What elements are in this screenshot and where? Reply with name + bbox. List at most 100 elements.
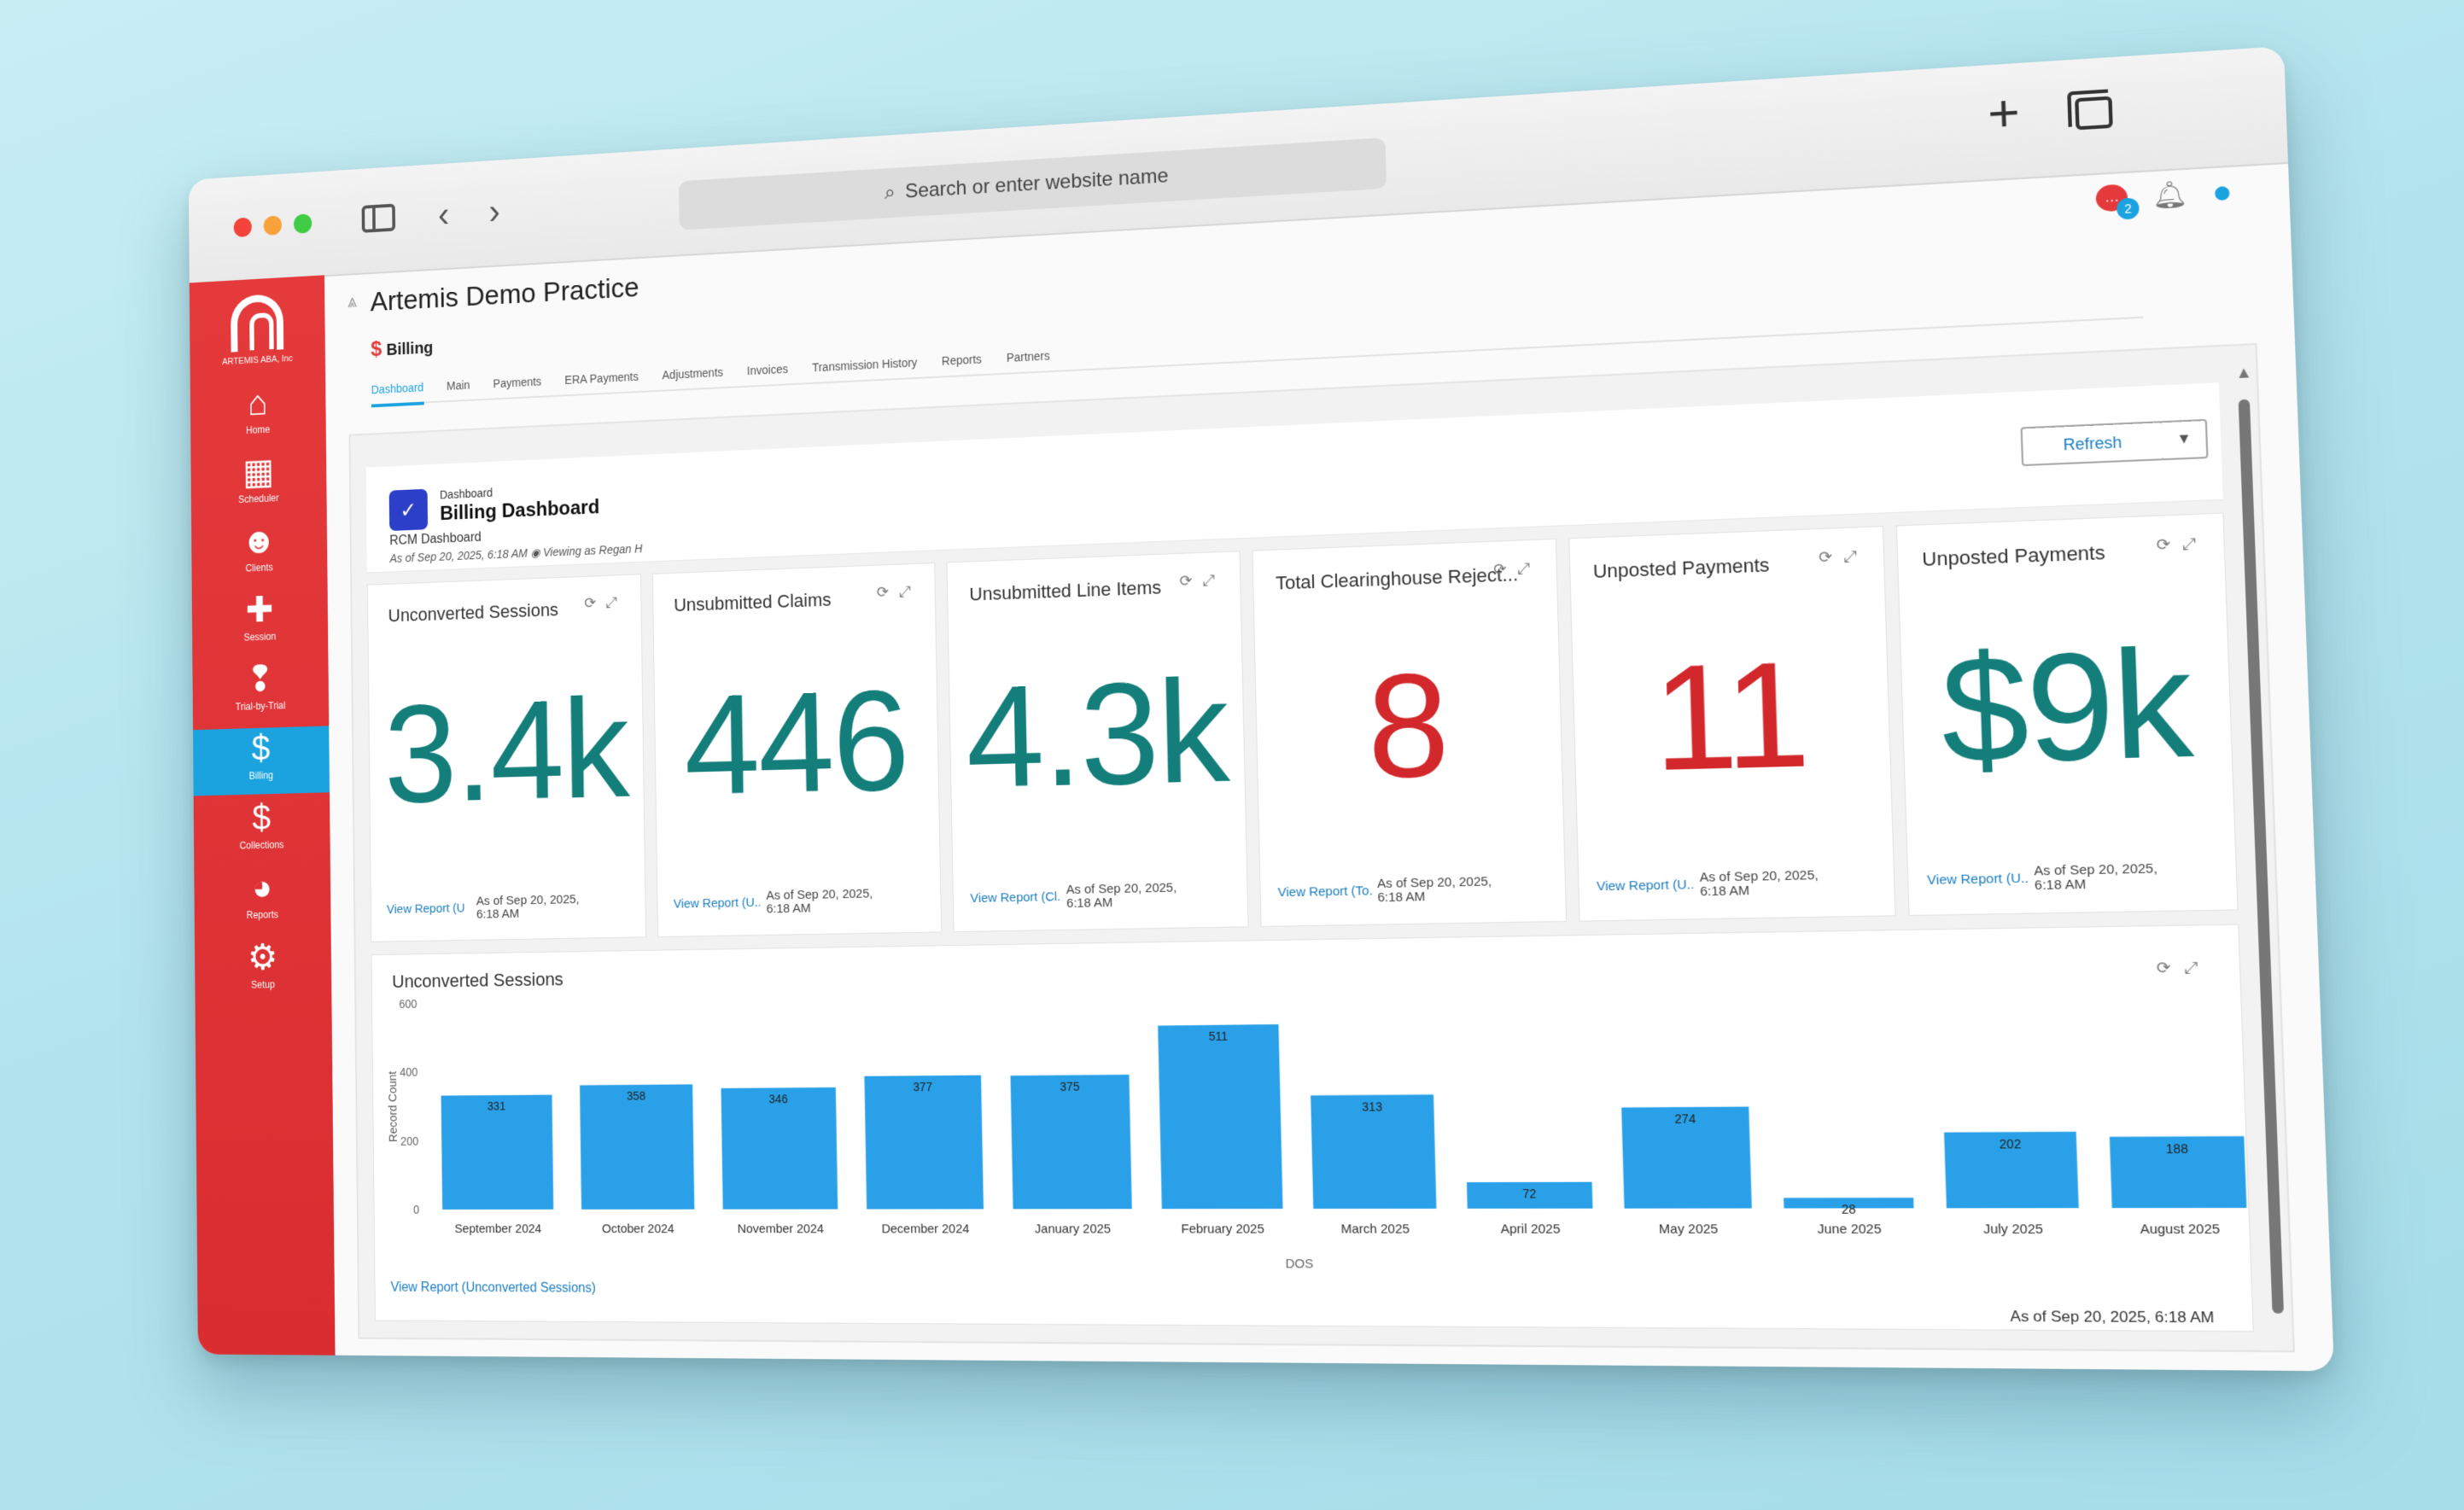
sidebar-item-trial-by-trial[interactable]: ❢ Trial-by-Trial	[192, 656, 329, 727]
refresh-icon[interactable]: ⟳	[1493, 560, 1517, 578]
tab-dashboard[interactable]: Dashboard	[371, 380, 424, 408]
card-tools: ⟳⤢	[1493, 559, 1540, 579]
x-tick-label: June 2025	[1817, 1222, 1882, 1238]
view-report-link[interactable]: View Report (To...	[1277, 883, 1372, 900]
card-as-of: As of Sep 20, 2025, 6:18 AM	[1699, 867, 1819, 900]
dashboard-breadcrumb: Dashboard	[439, 486, 493, 502]
sidebar-item-setup[interactable]: ⚙ Setup	[195, 936, 331, 1005]
bar-value-label: 28	[1842, 1203, 1856, 1216]
x-tick-label: February 2025	[1181, 1222, 1264, 1237]
chevron-down-icon[interactable]: ▼	[2162, 418, 2209, 461]
chat-icon[interactable]: … 2	[2095, 184, 2140, 220]
expand-icon[interactable]: ⤢	[898, 582, 920, 600]
expand-icon[interactable]: ⤢	[1517, 559, 1541, 577]
view-report-link[interactable]: View Report (U...	[1597, 877, 1695, 895]
chart-view-report-link[interactable]: View Report (Unconverted Sessions)	[391, 1280, 596, 1296]
tab-transmission-history[interactable]: Transmission History	[812, 356, 917, 375]
billing-heading: $ Billing	[371, 334, 433, 362]
card-value: 4.3k	[964, 650, 1229, 819]
bar-value-label: 188	[2166, 1141, 2189, 1156]
tab-partners[interactable]: Partners	[1007, 349, 1050, 364]
plus-icon[interactable]: +	[1987, 83, 2021, 143]
billing-title: Billing	[386, 339, 434, 359]
dashboard-title: Billing Dashboard	[440, 496, 600, 525]
card-as-of: As of Sep 20, 2025, 6:18 AM	[766, 886, 873, 917]
address-bar[interactable]: ⌕ Search or enter website name	[678, 137, 1387, 230]
view-report-link[interactable]: View Report (U	[387, 901, 465, 917]
expand-icon[interactable]: ⤢	[605, 593, 627, 610]
chevron-left-icon[interactable]: ‹	[438, 194, 450, 236]
metric-card: Unsubmitted Line Items ⟳⤢ 4.3k View Report …	[946, 551, 1249, 933]
expand-icon[interactable]: ⤢	[1843, 547, 1868, 566]
bar-value-label: 313	[1362, 1099, 1382, 1113]
sidebar-item-label: Setup	[251, 978, 275, 991]
x-tick-label: January 2025	[1035, 1222, 1111, 1237]
bell-icon[interactable]: 🔔︎	[2152, 178, 2188, 212]
bar-value-label: 331	[488, 1099, 506, 1112]
artemis-logo-icon	[231, 293, 284, 353]
app-sidebar: ARTEMIS ABA, Inc ⌂ Home ▦ Scheduler ☻ Clients…	[189, 275, 336, 1356]
card-title: Unsubmitted Claims	[673, 589, 832, 616]
chevron-right-icon[interactable]: ›	[488, 190, 500, 233]
sidebar-item-clients[interactable]: ☻ Clients	[191, 517, 327, 589]
chat-badge: 2	[2117, 197, 2140, 220]
sidebar-item-scheduler[interactable]: ▦ Scheduler	[190, 448, 326, 520]
card-title: Unconverted Sessions	[388, 598, 559, 627]
card-title: Total Clearinghouse Reject...	[1275, 563, 1519, 594]
card-tools: ⟳⤢	[1819, 547, 1867, 568]
maximize-window-button[interactable]	[293, 213, 312, 234]
refresh-icon[interactable]: ⟳	[2156, 535, 2182, 554]
tab-reports[interactable]: Reports	[942, 353, 982, 368]
viewing-as-icon: ◉	[530, 545, 540, 560]
metric-card: Total Clearinghouse Reject... ⟳⤢ 8 View Rep…	[1252, 538, 1567, 928]
tabs-icon[interactable]	[2075, 96, 2113, 131]
reports-icon: ◕	[251, 867, 272, 908]
expand-icon[interactable]: ⤢	[1202, 571, 1225, 589]
tab-invoices[interactable]: Invoices	[747, 362, 788, 377]
as-of-text: As of Sep 20, 2025, 6:18 AM	[389, 546, 528, 565]
x-tick-label: November 2024	[738, 1222, 824, 1237]
view-report-link[interactable]: View Report (U...	[674, 895, 762, 912]
card-tools: ⟳⤢	[2156, 534, 2207, 555]
sidebar-item-session[interactable]: ✚ Session	[192, 586, 329, 657]
sidebar-item-home[interactable]: ⌂ Home	[190, 379, 326, 452]
bar-value-label: 377	[913, 1081, 932, 1094]
refresh-icon[interactable]: ⟳	[584, 594, 605, 611]
browser-scene: ‹ › ⌕ Search or enter website name + ART…	[188, 46, 2334, 1372]
clients-icon: ☻	[241, 520, 277, 562]
refresh-button[interactable]: Refresh	[2020, 421, 2165, 467]
close-window-button[interactable]	[233, 217, 252, 238]
tab-era-payments[interactable]: ERA Payments	[564, 370, 639, 387]
scroll-up-icon[interactable]: ▲	[2235, 363, 2253, 382]
x-tick-label: July 2025	[1983, 1222, 2044, 1238]
metric-card: Unconverted Sessions ⟳⤢ 3.4k View Report (U…	[367, 574, 646, 942]
browser-window: ‹ › ⌕ Search or enter website name + ART…	[188, 46, 2334, 1372]
x-axis-label: DOS	[1285, 1257, 1313, 1272]
y-tick-label: 0	[413, 1204, 419, 1216]
tab-main[interactable]: Main	[447, 378, 470, 393]
chart-panel: Unconverted Sessions ⟳⤢ 0 200 400 600 Record…	[371, 924, 2254, 1332]
view-report-link[interactable]: View Report (U...	[1927, 871, 2029, 888]
practice-name: Artemis Demo Practice	[370, 271, 639, 318]
sidebar-item-billing[interactable]: $ Billing	[193, 726, 330, 796]
minimize-window-button[interactable]	[263, 215, 283, 236]
sidebar-item-reports[interactable]: ◕ Reports	[194, 866, 330, 935]
refresh-icon[interactable]: ⟳	[1179, 572, 1202, 590]
tab-adjustments[interactable]: Adjustments	[662, 365, 723, 382]
tab-payments[interactable]: Payments	[493, 375, 541, 390]
user-icon[interactable]: ●	[2211, 172, 2233, 211]
x-tick-label: April 2025	[1500, 1222, 1560, 1237]
expand-icon[interactable]: ⤢	[2181, 534, 2207, 553]
chart-bar	[721, 1087, 838, 1210]
view-report-link[interactable]: View Report (Cl...	[970, 889, 1061, 906]
sidebar-icon[interactable]	[361, 203, 396, 233]
chart-bar	[580, 1084, 695, 1210]
refresh-icon[interactable]: ⟳	[877, 583, 899, 601]
collections-icon: $	[252, 797, 272, 838]
bar-value-label: 202	[2000, 1137, 2022, 1151]
chart-bar	[864, 1075, 984, 1210]
bar-value-label: 375	[1060, 1080, 1079, 1093]
sidebar-item-collections[interactable]: $ Collections	[194, 796, 330, 866]
refresh-icon[interactable]: ⟳	[1819, 548, 1843, 567]
company-logo[interactable]: ARTEMIS ABA, Inc	[190, 291, 325, 369]
